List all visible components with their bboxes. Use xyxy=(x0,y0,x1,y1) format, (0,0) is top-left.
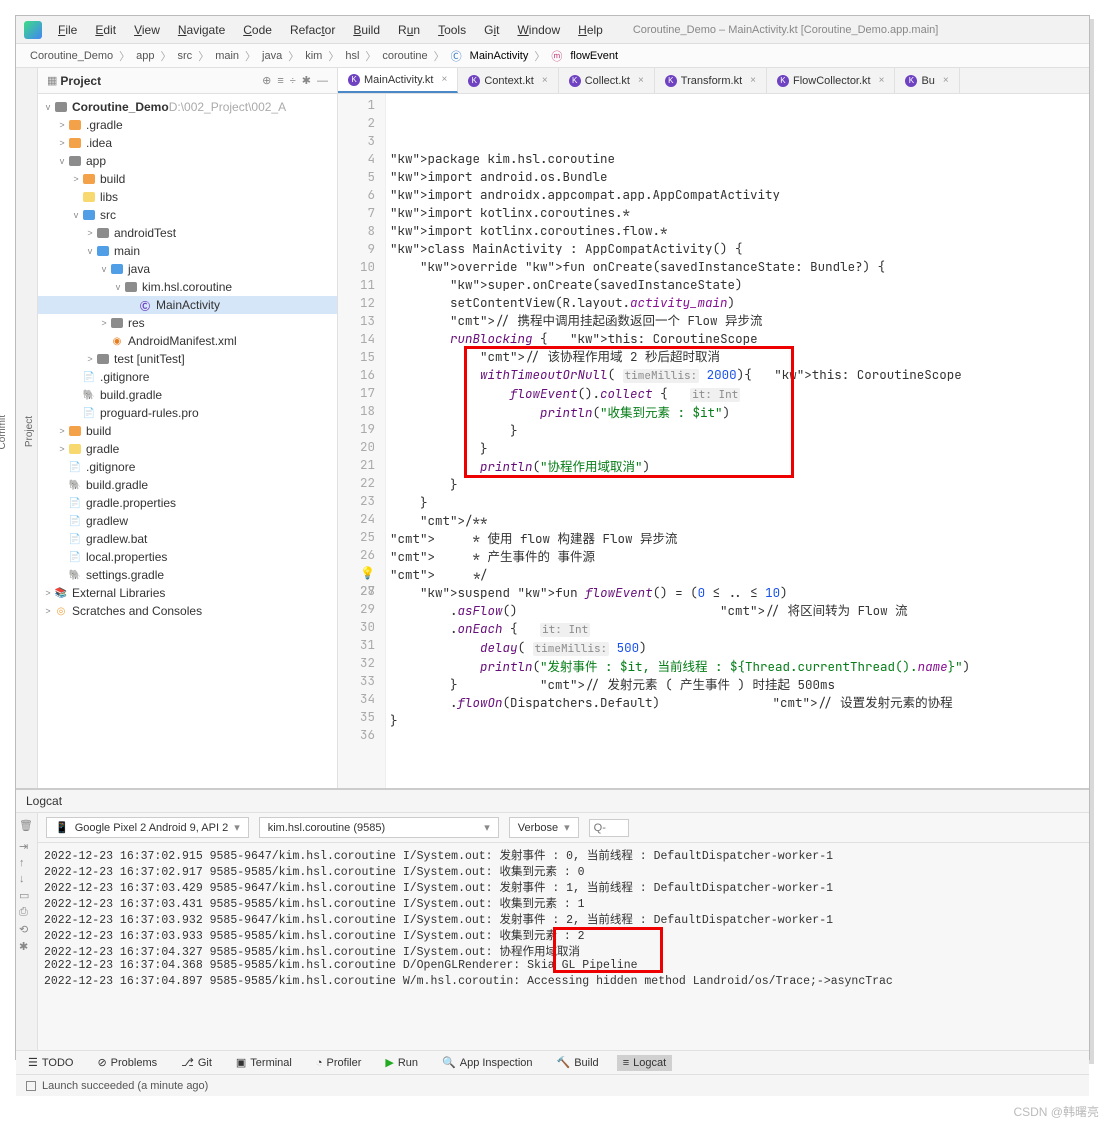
menu-tools[interactable]: Tools xyxy=(430,20,474,40)
logcat-title[interactable]: Logcat xyxy=(16,790,1089,813)
bc-class[interactable]: MainActivity xyxy=(466,50,533,62)
btab-logcat[interactable]: ≡ Logcat xyxy=(617,1055,672,1071)
tree-item[interactable]: vapp xyxy=(38,152,337,170)
toolwin-project[interactable]: Project xyxy=(22,412,37,451)
editor-tab[interactable]: KBu× xyxy=(895,68,959,93)
editor-tab[interactable]: KCollect.kt× xyxy=(559,68,655,93)
btab-git[interactable]: ⎇ Git xyxy=(175,1054,218,1071)
menu-run[interactable]: Run xyxy=(390,20,428,40)
code-editor[interactable]: 1 2 3 4 5 6 7 8 9 10 11 12 13 14 15 16 1… xyxy=(338,94,1089,788)
device-selector[interactable]: 📱Google Pixel 2 Android 9, API 2 ▾ xyxy=(46,817,249,838)
tree-item[interactable]: ⒸMainActivity xyxy=(38,296,337,314)
loglevel-selector[interactable]: Verbose ▾ xyxy=(509,817,579,838)
btab-todo[interactable]: ☰ TODO xyxy=(22,1054,79,1071)
menu-build[interactable]: Build xyxy=(345,20,388,40)
editor-tab[interactable]: KFlowCollector.kt× xyxy=(767,68,895,93)
window-title: Coroutine_Demo – MainActivity.kt [Corout… xyxy=(633,24,939,36)
left-toolwindow-bar: Project Commit Pull Requests Resource Ma… xyxy=(16,68,38,788)
bc-7[interactable]: coroutine xyxy=(378,50,431,62)
menubar: File Edit View Navigate Code Refactor Bu… xyxy=(16,16,1089,44)
tree-item[interactable]: 📄proguard-rules.pro xyxy=(38,404,337,422)
process-selector[interactable]: kim.hsl.coroutine (9585) ▾ xyxy=(259,817,499,838)
tree-item[interactable]: 🐘settings.gradle xyxy=(38,566,337,584)
menu-window[interactable]: Window xyxy=(509,20,568,40)
tree-item[interactable]: >.idea xyxy=(38,134,337,152)
hide-icon[interactable]: — xyxy=(317,75,328,87)
bottom-toolwindow-bar: ☰ TODO ⊘ Problems ⎇ Git ▣ Terminal ◔ Pro… xyxy=(16,1050,1089,1074)
tree-item[interactable]: 📄.gitignore xyxy=(38,368,337,386)
tree-item[interactable]: 🐘build.gradle xyxy=(38,386,337,404)
project-pane: ▦ Project ⊕ ≡ ÷ ✱ — vCoroutine_Demo D:\0… xyxy=(38,68,338,788)
btab-terminal[interactable]: ▣ Terminal xyxy=(230,1054,298,1071)
menu-git[interactable]: Git xyxy=(476,20,507,40)
tree-item[interactable]: >res xyxy=(38,314,337,332)
logcat-panel: Logcat 🗑 ⇥ ↑ ↓ ▭ ⎙ ⟲ ✱ 📱Google Pixel 2 A… xyxy=(16,788,1089,1050)
menu-refactor[interactable]: Refactor xyxy=(282,20,343,40)
menu-navigate[interactable]: Navigate xyxy=(170,20,233,40)
tree-item[interactable]: 📄local.properties xyxy=(38,548,337,566)
btab-problems[interactable]: ⊘ Problems xyxy=(91,1054,163,1071)
bc-0[interactable]: Coroutine_Demo xyxy=(26,50,117,62)
tree-item[interactable]: >.gradle xyxy=(38,116,337,134)
menu-edit[interactable]: Edit xyxy=(87,20,124,40)
expand-icon[interactable]: ≡ xyxy=(277,75,283,87)
status-icon xyxy=(26,1081,36,1091)
menu-file[interactable]: File xyxy=(50,20,85,40)
tree-item[interactable]: >build xyxy=(38,422,337,440)
tree-item[interactable]: >build xyxy=(38,170,337,188)
target-icon[interactable]: ⊕ xyxy=(262,74,271,87)
tree-item[interactable]: ◉AndroidManifest.xml xyxy=(38,332,337,350)
editor-tab[interactable]: KTransform.kt× xyxy=(655,68,767,93)
menu-code[interactable]: Code xyxy=(235,20,280,40)
editor-tabs: KMainActivity.kt×KContext.kt×KCollect.kt… xyxy=(338,68,1089,94)
bc-func[interactable]: flowEvent xyxy=(566,50,622,62)
tree-item[interactable]: libs xyxy=(38,188,337,206)
tree-item[interactable]: 📄gradlew xyxy=(38,512,337,530)
project-view-icon: ▦ xyxy=(47,74,57,87)
bc-6[interactable]: hsl xyxy=(341,50,363,62)
tree-item[interactable]: vkim.hsl.coroutine xyxy=(38,278,337,296)
logcat-output[interactable]: 2022-12-23 16:37:02.915 9585-9647/kim.hs… xyxy=(38,843,1089,1050)
logcat-search[interactable] xyxy=(589,819,629,837)
btab-app-inspection[interactable]: 🔍 App Inspection xyxy=(436,1054,538,1071)
btab-run[interactable]: ▶ Run xyxy=(379,1054,424,1071)
btab-build[interactable]: 🔨 Build xyxy=(551,1054,605,1071)
android-studio-logo xyxy=(24,21,42,39)
tree-root[interactable]: vCoroutine_Demo D:\002_Project\002_A xyxy=(38,98,337,116)
tree-item[interactable]: >test [unitTest] xyxy=(38,350,337,368)
bc-1[interactable]: app xyxy=(132,50,158,62)
status-text: Launch succeeded (a minute ago) xyxy=(42,1080,208,1092)
tree-ext-libs[interactable]: >📚External Libraries xyxy=(38,584,337,602)
tree-item[interactable]: 📄gradlew.bat xyxy=(38,530,337,548)
tree-scratches[interactable]: >◎Scratches and Consoles xyxy=(38,602,337,620)
bc-3[interactable]: main xyxy=(211,50,243,62)
tree-item[interactable]: vjava xyxy=(38,260,337,278)
menu-view[interactable]: View xyxy=(126,20,168,40)
tree-item[interactable]: vsrc xyxy=(38,206,337,224)
menu-help[interactable]: Help xyxy=(570,20,611,40)
tree-item[interactable]: vmain xyxy=(38,242,337,260)
settings-icon[interactable]: ✱ xyxy=(302,74,311,87)
editor-tab[interactable]: KMainActivity.kt× xyxy=(338,68,458,93)
watermark: CSDN @韩曙亮 xyxy=(1013,1103,1099,1120)
editor-tab[interactable]: KContext.kt× xyxy=(458,68,558,93)
tree-item[interactable]: >androidTest xyxy=(38,224,337,242)
bc-5[interactable]: kim xyxy=(301,50,326,62)
tree-item[interactable]: >gradle xyxy=(38,440,337,458)
status-bar: Launch succeeded (a minute ago) xyxy=(16,1074,1089,1096)
tree-item[interactable]: 🐘build.gradle xyxy=(38,476,337,494)
project-title[interactable]: Project xyxy=(60,74,259,88)
breadcrumb: Coroutine_Demo〉 app〉 src〉 main〉 java〉 ki… xyxy=(16,44,1089,68)
logcat-gutter: 🗑 ⇥ ↑ ↓ ▭ ⎙ ⟲ ✱ xyxy=(16,813,38,1050)
collapse-icon[interactable]: ÷ xyxy=(290,75,296,87)
bc-4[interactable]: java xyxy=(258,50,286,62)
tree-item[interactable]: 📄gradle.properties xyxy=(38,494,337,512)
tree-item[interactable]: 📄.gitignore xyxy=(38,458,337,476)
btab-profiler[interactable]: ◔ Profiler xyxy=(310,1055,368,1071)
toolwin-commit[interactable]: Commit xyxy=(0,411,10,453)
editor-area: KMainActivity.kt×KContext.kt×KCollect.kt… xyxy=(338,68,1089,788)
bc-2[interactable]: src xyxy=(174,50,197,62)
